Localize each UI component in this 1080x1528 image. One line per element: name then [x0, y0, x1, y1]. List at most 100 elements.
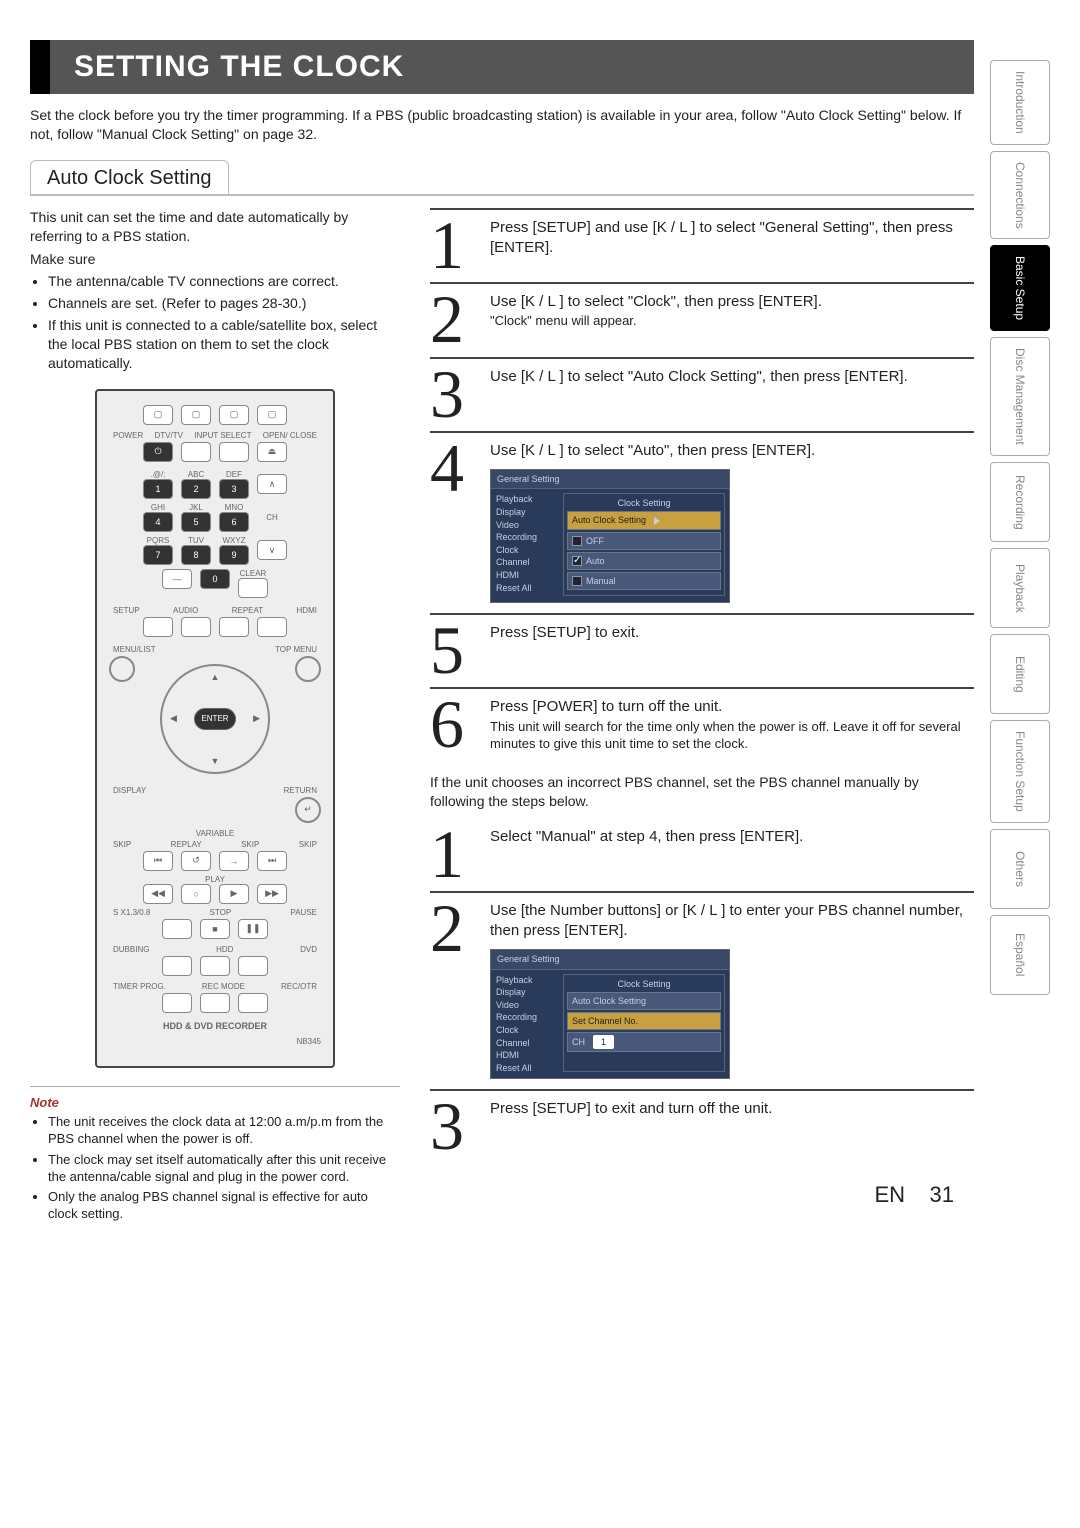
section-heading: Auto Clock Setting — [30, 160, 229, 194]
remote-label: SETUP — [113, 606, 140, 615]
pause-label: PAUSE — [290, 908, 317, 917]
keypad-9: 9 — [219, 545, 249, 565]
keypad-sup: ABC — [181, 470, 211, 479]
menu-button — [109, 656, 135, 682]
step-subtext: This unit will search for the time only … — [490, 718, 974, 753]
osd-row-auto-clock: Auto Clock Setting — [567, 992, 721, 1010]
osd-row-manual: Manual — [567, 572, 721, 590]
tab-connections[interactable]: Connections — [990, 151, 1050, 240]
tab-recording[interactable]: Recording — [990, 462, 1050, 542]
keypad-dash: — — [162, 569, 192, 589]
ch-down-button: ∨ — [257, 540, 287, 560]
osd-title: General Setting — [491, 470, 729, 489]
keypad-3: 3 — [219, 479, 249, 499]
skip-label: SKIP — [113, 840, 131, 849]
return-label: RETURN — [284, 786, 317, 795]
page-footer: EN 31 — [430, 1182, 974, 1208]
footer-page: 31 — [930, 1182, 954, 1207]
step: 2 Use [K / L ] to select "Clock", then p… — [430, 282, 974, 356]
osd-row-auto-clock: Auto Clock Setting — [567, 511, 721, 529]
tab-espanol[interactable]: Español — [990, 915, 1050, 995]
osd-side-item: Recording — [496, 1011, 556, 1024]
remote-label: AUDIO — [173, 606, 198, 615]
remote-label: HDMI — [297, 606, 317, 615]
tab-playback[interactable]: Playback — [990, 548, 1050, 628]
osd-ch-value: 1 — [593, 1035, 614, 1049]
bullet: The antenna/cable TV connections are cor… — [48, 272, 400, 291]
bullet: If this unit is connected to a cable/sat… — [48, 316, 400, 373]
note-box: Note The unit receives the clock data at… — [30, 1086, 400, 1223]
step-number: 1 — [430, 218, 490, 272]
osd-side-item: Playback — [496, 493, 556, 506]
osd-side-item: Clock — [496, 1024, 556, 1037]
step-text: Use [the Number buttons] or [K / L ] to … — [490, 901, 974, 942]
pause-button: ❚❚ — [238, 919, 268, 939]
title-bar-wrap: SETTING THE CLOCK — [30, 40, 974, 94]
topmenu-label: TOP MENU — [275, 645, 317, 654]
section-heading-wrap: Auto Clock Setting — [30, 160, 974, 196]
timer-label: TIMER PROG. — [113, 982, 166, 991]
osd-row-off: OFF — [567, 532, 721, 550]
enter-button: ENTER — [194, 708, 236, 730]
recotr-button — [238, 993, 268, 1013]
tab-editing[interactable]: Editing — [990, 634, 1050, 714]
osd-side-item: Display — [496, 506, 556, 519]
osd-side-item: Playback — [496, 974, 556, 987]
dvd-button — [238, 956, 268, 976]
osd-panel: Clock Setting Auto Clock Setting Set Cha… — [563, 974, 725, 1073]
rew-button: ◀◀ — [143, 884, 173, 904]
hdmi-button — [257, 617, 287, 637]
tab-basic-setup[interactable]: Basic Setup — [990, 245, 1050, 331]
tab-function-setup[interactable]: Function Setup — [990, 720, 1050, 823]
remote-model-label: NB345 — [109, 1037, 321, 1046]
step-number: 3 — [430, 1099, 490, 1153]
clear-button — [238, 578, 268, 598]
step: 4 Use [K / L ] to select "Auto", then pr… — [430, 431, 974, 613]
nav-pad: ▲ ▼ ◀ ▶ ENTER — [160, 664, 270, 774]
left-description: This unit can set the time and date auto… — [30, 208, 400, 373]
remote-label: INPUT SELECT — [194, 431, 251, 440]
checkbox-icon — [572, 536, 582, 546]
step: 1 Select "Manual" at step 4, then press … — [430, 819, 974, 891]
skip-label: SKIP — [299, 840, 317, 849]
title-accent — [30, 40, 50, 94]
step-text: Select "Manual" at step 4, then press [E… — [490, 827, 974, 881]
osd-sidebar: Playback Display Video Recording Clock C… — [491, 489, 561, 602]
ch-label: CH — [257, 513, 287, 522]
osd-side-item: HDMI — [496, 1049, 556, 1062]
keypad-sup: .@/: — [143, 470, 173, 479]
remote-label: REPEAT — [232, 606, 263, 615]
variable-label: VARIABLE — [109, 829, 321, 838]
topmenu-button — [295, 656, 321, 682]
step-text: Use [K / L ] to select "Auto", then pres… — [490, 441, 974, 461]
keypad-sup: PQRS — [143, 536, 173, 545]
step-number: 6 — [430, 697, 490, 752]
osd-row-ch: CH 1 — [567, 1032, 721, 1052]
tab-others[interactable]: Others — [990, 829, 1050, 909]
step: 3 Press [SETUP] to exit and turn off the… — [430, 1089, 974, 1163]
osd-screenshot-auto: General Setting Playback Display Video R… — [490, 469, 730, 603]
audio-button — [181, 617, 211, 637]
remote-label: DTV/TV — [155, 431, 183, 440]
recmode-button — [200, 993, 230, 1013]
keypad-4: 4 — [143, 512, 173, 532]
display-label: DISPLAY — [113, 786, 146, 795]
tab-disc-management[interactable]: Disc Management — [990, 337, 1050, 456]
checkbox-icon — [572, 576, 582, 586]
page-title: SETTING THE CLOCK — [50, 40, 974, 94]
play-label: PLAY — [109, 875, 321, 884]
osd-sidebar: Playback Display Video Recording Clock C… — [491, 970, 561, 1079]
play-button: ▶ — [219, 884, 249, 904]
skip-fwd-button: ⏭ — [257, 851, 287, 871]
intro-paragraph: Set the clock before you try the timer p… — [30, 106, 974, 144]
step-text: Use [K / L ] to select "Auto Clock Setti… — [490, 367, 974, 421]
dvd-label: DVD — [300, 945, 317, 954]
down-arrow-icon: ▼ — [211, 756, 220, 766]
footer-lang: EN — [875, 1182, 906, 1207]
step: 1 Press [SETUP] and use [K / L ] to sele… — [430, 208, 974, 282]
keypad-2: 2 — [181, 479, 211, 499]
tab-introduction[interactable]: Introduction — [990, 60, 1050, 145]
left-arrow-icon: ◀ — [170, 713, 177, 724]
keypad-sup: DEF — [219, 470, 249, 479]
make-sure-label: Make sure — [30, 250, 400, 269]
